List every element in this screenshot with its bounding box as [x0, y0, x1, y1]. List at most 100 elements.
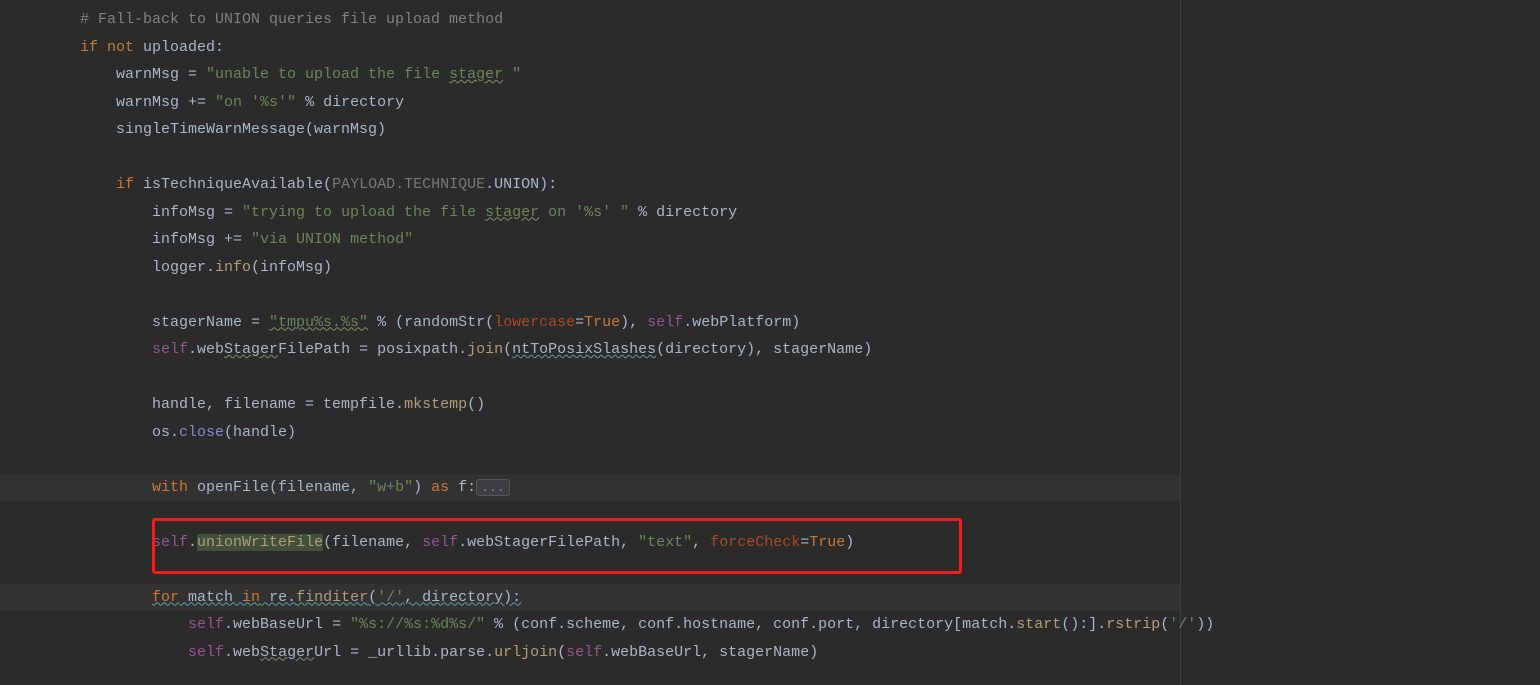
code-line[interactable]: self.webBaseUrl = "%s://%s:%d%s/" % (con…	[0, 611, 1180, 639]
kw-in: in	[242, 589, 260, 606]
text: uploaded:	[134, 39, 224, 56]
text: .webBaseUrl =	[224, 616, 350, 633]
text: =	[575, 314, 584, 331]
func-highlighted: unionWriteFile	[197, 534, 323, 551]
param: lowercase	[494, 314, 575, 331]
text: Url = _urllib.parse.	[314, 644, 494, 661]
func: rstrip	[1106, 616, 1160, 633]
code-line-highlighted[interactable]: self.unionWriteFile(filename, self.webSt…	[0, 529, 1180, 557]
code-line[interactable]: if isTechniqueAvailable(PAYLOAD.TECHNIQU…	[0, 171, 1180, 199]
code-line[interactable]: os.close(handle)	[0, 419, 1180, 447]
text: )	[413, 479, 431, 496]
code-line[interactable]: if not uploaded:	[0, 34, 1180, 62]
blank-line[interactable]	[0, 501, 1180, 529]
text: )	[845, 534, 854, 551]
text: warnMsg +=	[116, 94, 215, 111]
kw-if: if	[116, 176, 134, 193]
text: singleTimeWarnMessage(warnMsg)	[116, 121, 386, 138]
kw-true: True	[809, 534, 845, 551]
text: f:	[449, 479, 476, 496]
code-line[interactable]: logger.info(infoMsg)	[0, 254, 1180, 282]
text: .webPlatform)	[683, 314, 800, 331]
text: infoMsg =	[152, 204, 242, 221]
param: forceCheck	[710, 534, 800, 551]
self: self	[152, 534, 188, 551]
func: ntToPosixSlashes	[512, 341, 656, 358]
string: "%s://%s:%d%s/"	[350, 616, 485, 633]
blank-line[interactable]	[0, 364, 1180, 392]
text: .	[188, 534, 197, 551]
text: % directory	[296, 94, 404, 111]
string: "tmpu%s.%s"	[269, 314, 368, 331]
code-line[interactable]: singleTimeWarnMessage(warnMsg)	[0, 116, 1180, 144]
builtin: close	[179, 424, 224, 441]
text: handle, filename = tempfile.	[152, 396, 404, 413]
text: ),	[620, 314, 647, 331]
code-line[interactable]: for match in re.finditer('/', directory)…	[0, 584, 1180, 612]
kw-as: as	[431, 479, 449, 496]
text: .UNION):	[485, 176, 557, 193]
blank-line[interactable]	[0, 556, 1180, 584]
comment: # Fall-back to UNION queries file upload…	[80, 11, 503, 28]
text: % directory	[629, 204, 737, 221]
code-line[interactable]: self.webStagerFilePath = posixpath.join(…	[0, 336, 1180, 364]
text: .webBaseUrl, stagerName)	[602, 644, 818, 661]
blank-line[interactable]	[0, 446, 1180, 474]
text: ,	[692, 534, 710, 551]
kw-with: with	[152, 479, 188, 496]
code-line[interactable]: # Fall-back to UNION queries file upload…	[0, 6, 1180, 34]
blank-line[interactable]	[0, 144, 1180, 172]
text: .web	[188, 341, 224, 358]
func: join	[467, 341, 503, 358]
text: % (randomStr(	[368, 314, 494, 331]
text: .webStagerFilePath,	[458, 534, 638, 551]
text: warnMsg =	[116, 66, 206, 83]
string: "unable to upload the file	[206, 66, 449, 83]
text: logger.	[152, 259, 215, 276]
text: (filename,	[323, 534, 422, 551]
text: isTechniqueAvailable(	[134, 176, 332, 193]
text: (	[368, 589, 377, 606]
const: PAYLOAD.TECHNIQUE	[332, 176, 485, 193]
text: (handle)	[224, 424, 296, 441]
text: , directory):	[404, 589, 521, 606]
text: =	[800, 534, 809, 551]
code-area[interactable]: # Fall-back to UNION queries file upload…	[0, 0, 1180, 685]
text: ))	[1196, 616, 1214, 633]
text: (	[557, 644, 566, 661]
string: '/'	[377, 589, 404, 606]
func: info	[215, 259, 251, 276]
kw-not: not	[107, 39, 134, 56]
self: self	[422, 534, 458, 551]
text: Stager	[224, 341, 278, 358]
text: os.	[152, 424, 179, 441]
code-line[interactable]: infoMsg += "via UNION method"	[0, 226, 1180, 254]
self: self	[566, 644, 602, 661]
text: FilePath = posixpath.	[278, 341, 467, 358]
self: self	[647, 314, 683, 331]
text: ()	[467, 396, 485, 413]
self: self	[188, 644, 224, 661]
code-line[interactable]: handle, filename = tempfile.mkstemp()	[0, 391, 1180, 419]
code-line[interactable]: warnMsg = "unable to upload the file sta…	[0, 61, 1180, 89]
string-typo: stager	[449, 66, 503, 83]
code-line-folded[interactable]: with openFile(filename, "w+b") as f:...	[0, 474, 1180, 502]
string: "on '%s'"	[215, 94, 296, 111]
code-line[interactable]: infoMsg = "trying to upload the file sta…	[0, 199, 1180, 227]
text: .web	[224, 644, 260, 661]
fold-indicator[interactable]: ...	[476, 479, 509, 496]
text: openFile(filename,	[188, 479, 368, 496]
kw-if: if	[80, 39, 98, 56]
editor-wrap: # Fall-back to UNION queries file upload…	[0, 0, 1540, 685]
text: % (conf.scheme, conf.hostname, conf.port…	[485, 616, 1016, 633]
func: start	[1016, 616, 1061, 633]
text: ():].	[1061, 616, 1106, 633]
text: (infoMsg)	[251, 259, 332, 276]
code-line[interactable]: self.webStagerUrl = _urllib.parse.urljoi…	[0, 639, 1180, 667]
code-line[interactable]: warnMsg += "on '%s'" % directory	[0, 89, 1180, 117]
string: "text"	[638, 534, 692, 551]
func: finditer	[296, 589, 368, 606]
code-line[interactable]: stagerName = "tmpu%s.%s" % (randomStr(lo…	[0, 309, 1180, 337]
blank-line[interactable]	[0, 281, 1180, 309]
kw-true: True	[584, 314, 620, 331]
